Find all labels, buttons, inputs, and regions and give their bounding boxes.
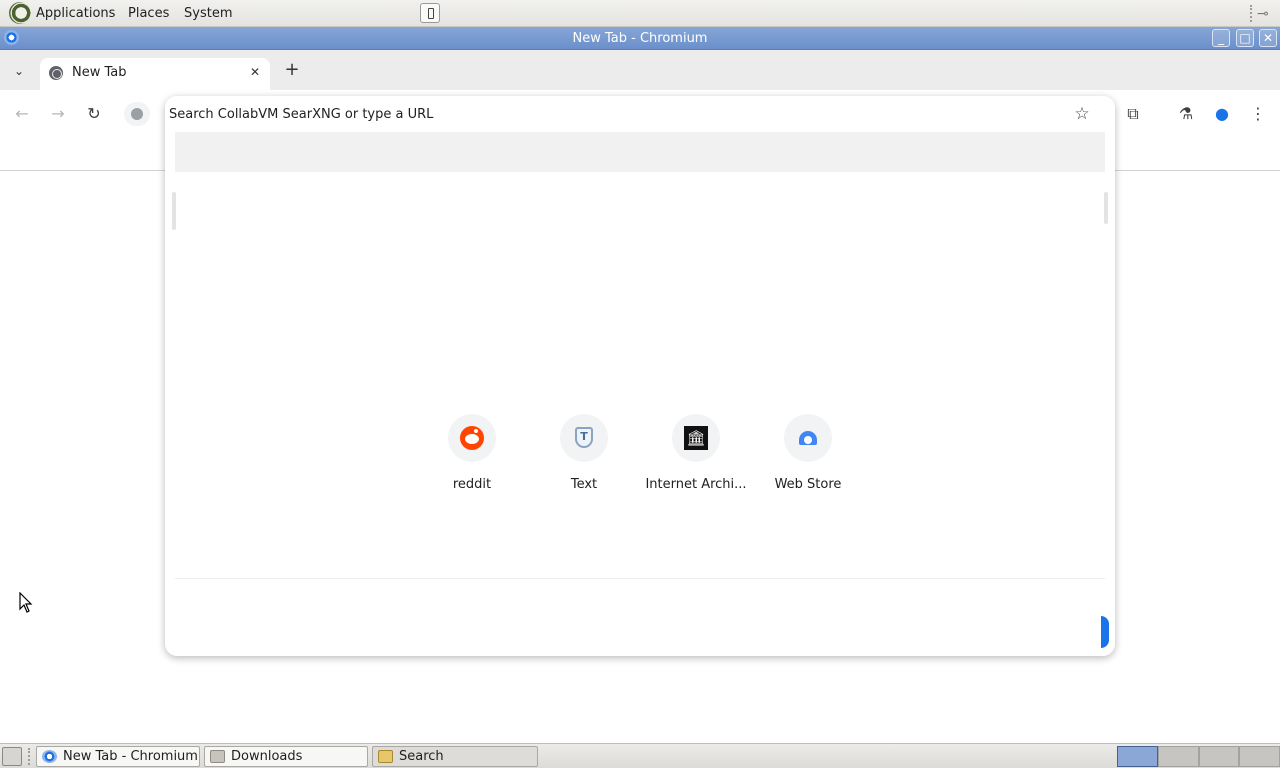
folder-icon: [210, 750, 225, 763]
search-icon: [378, 750, 393, 763]
new-tab-button[interactable]: +: [281, 59, 303, 81]
web-store-icon: [799, 431, 817, 445]
shortcut-icon-bg: T: [560, 414, 608, 462]
network-icon[interactable]: ⊸: [1257, 6, 1269, 22]
shortcut-text[interactable]: T Text: [528, 414, 640, 504]
workspace-switcher[interactable]: [1117, 746, 1280, 767]
tab-new-tab[interactable]: New Tab ✕: [40, 58, 270, 90]
shortcut-icon-bg: [784, 414, 832, 462]
shortcut-label: reddit: [452, 477, 492, 492]
back-button[interactable]: ←: [10, 102, 34, 126]
tab-strip: ⌄ New Tab ✕ +: [0, 50, 1280, 90]
popup-footer: [175, 578, 1105, 656]
omnibox-input[interactable]: [169, 103, 1049, 125]
window-titlebar[interactable]: New Tab - Chromium _ □ ✕: [0, 27, 1280, 50]
popup-scrollbar-left: [172, 192, 176, 230]
workspace-1[interactable]: [1117, 746, 1158, 767]
shortcut-label: Web Store: [774, 477, 842, 492]
workspace-4[interactable]: [1239, 746, 1280, 767]
mouse-cursor-icon: [19, 592, 33, 613]
internet-archive-icon: 🏛: [684, 426, 708, 450]
places-menu[interactable]: Places: [128, 6, 169, 21]
applications-menu[interactable]: Applications: [36, 6, 115, 21]
top-panel: Applications Places System ⊸: [0, 0, 1280, 27]
minimize-button[interactable]: _: [1212, 29, 1230, 47]
profile-button[interactable]: ●: [1210, 102, 1234, 126]
shortcut-icon-bg: [448, 414, 496, 462]
popup-scrollbar-right: [1104, 192, 1108, 224]
bottom-panel: New Tab - Chromium Downloads Search: [0, 743, 1280, 768]
customize-chrome-button[interactable]: [1101, 616, 1109, 648]
clipboard-applet-icon[interactable]: [420, 3, 440, 23]
shortcut-icon-bg: 🏛: [672, 414, 720, 462]
popup-suggestion-band: [175, 132, 1105, 172]
globe-icon: [49, 66, 63, 80]
gnome-foot-icon[interactable]: [9, 2, 31, 24]
tab-search-button[interactable]: ⌄: [6, 58, 32, 84]
shortcut-label: Internet Archi...: [645, 477, 747, 492]
tab-close-button[interactable]: ✕: [246, 63, 264, 81]
taskbar-item-chromium[interactable]: New Tab - Chromium: [36, 746, 200, 767]
chromium-icon: [42, 750, 57, 763]
reload-button[interactable]: ↻: [82, 102, 106, 126]
reddit-icon: [460, 426, 484, 450]
shortcut-label: Text: [570, 477, 598, 492]
taskbar-item-downloads[interactable]: Downloads: [204, 746, 368, 767]
taskbar-item-label: New Tab - Chromium: [63, 749, 198, 764]
window-title: New Tab - Chromium: [572, 31, 708, 46]
omnibox[interactable]: ☆: [165, 96, 1115, 132]
close-button[interactable]: ✕: [1259, 29, 1277, 47]
show-desktop-button[interactable]: [2, 747, 22, 766]
bookmark-star-icon[interactable]: ☆: [1071, 103, 1093, 125]
forward-button[interactable]: →: [46, 102, 70, 126]
text-icon: T: [575, 427, 593, 448]
extensions-button[interactable]: ⧉: [1121, 102, 1145, 126]
workspace-3[interactable]: [1198, 746, 1240, 767]
system-menu[interactable]: System: [184, 6, 232, 21]
omnibox-popup: ☆: [165, 96, 1115, 656]
taskbar-item-search[interactable]: Search: [372, 746, 538, 767]
taskbar-handle[interactable]: [28, 748, 31, 765]
taskbar-item-label: Search: [399, 749, 444, 764]
shortcut-reddit[interactable]: reddit: [416, 414, 528, 504]
page-info-icon[interactable]: [124, 102, 150, 126]
workspace-2[interactable]: [1157, 746, 1199, 767]
tray-handle[interactable]: [1250, 5, 1253, 22]
taskbar-item-label: Downloads: [231, 749, 303, 764]
shortcut-internet-archive[interactable]: 🏛 Internet Archi...: [640, 414, 752, 504]
menu-button[interactable]: ⋮: [1246, 102, 1270, 126]
maximize-button[interactable]: □: [1236, 29, 1254, 47]
tab-title: New Tab: [72, 65, 127, 80]
shortcut-web-store[interactable]: Web Store: [752, 414, 864, 504]
labs-button[interactable]: ⚗: [1174, 102, 1198, 126]
